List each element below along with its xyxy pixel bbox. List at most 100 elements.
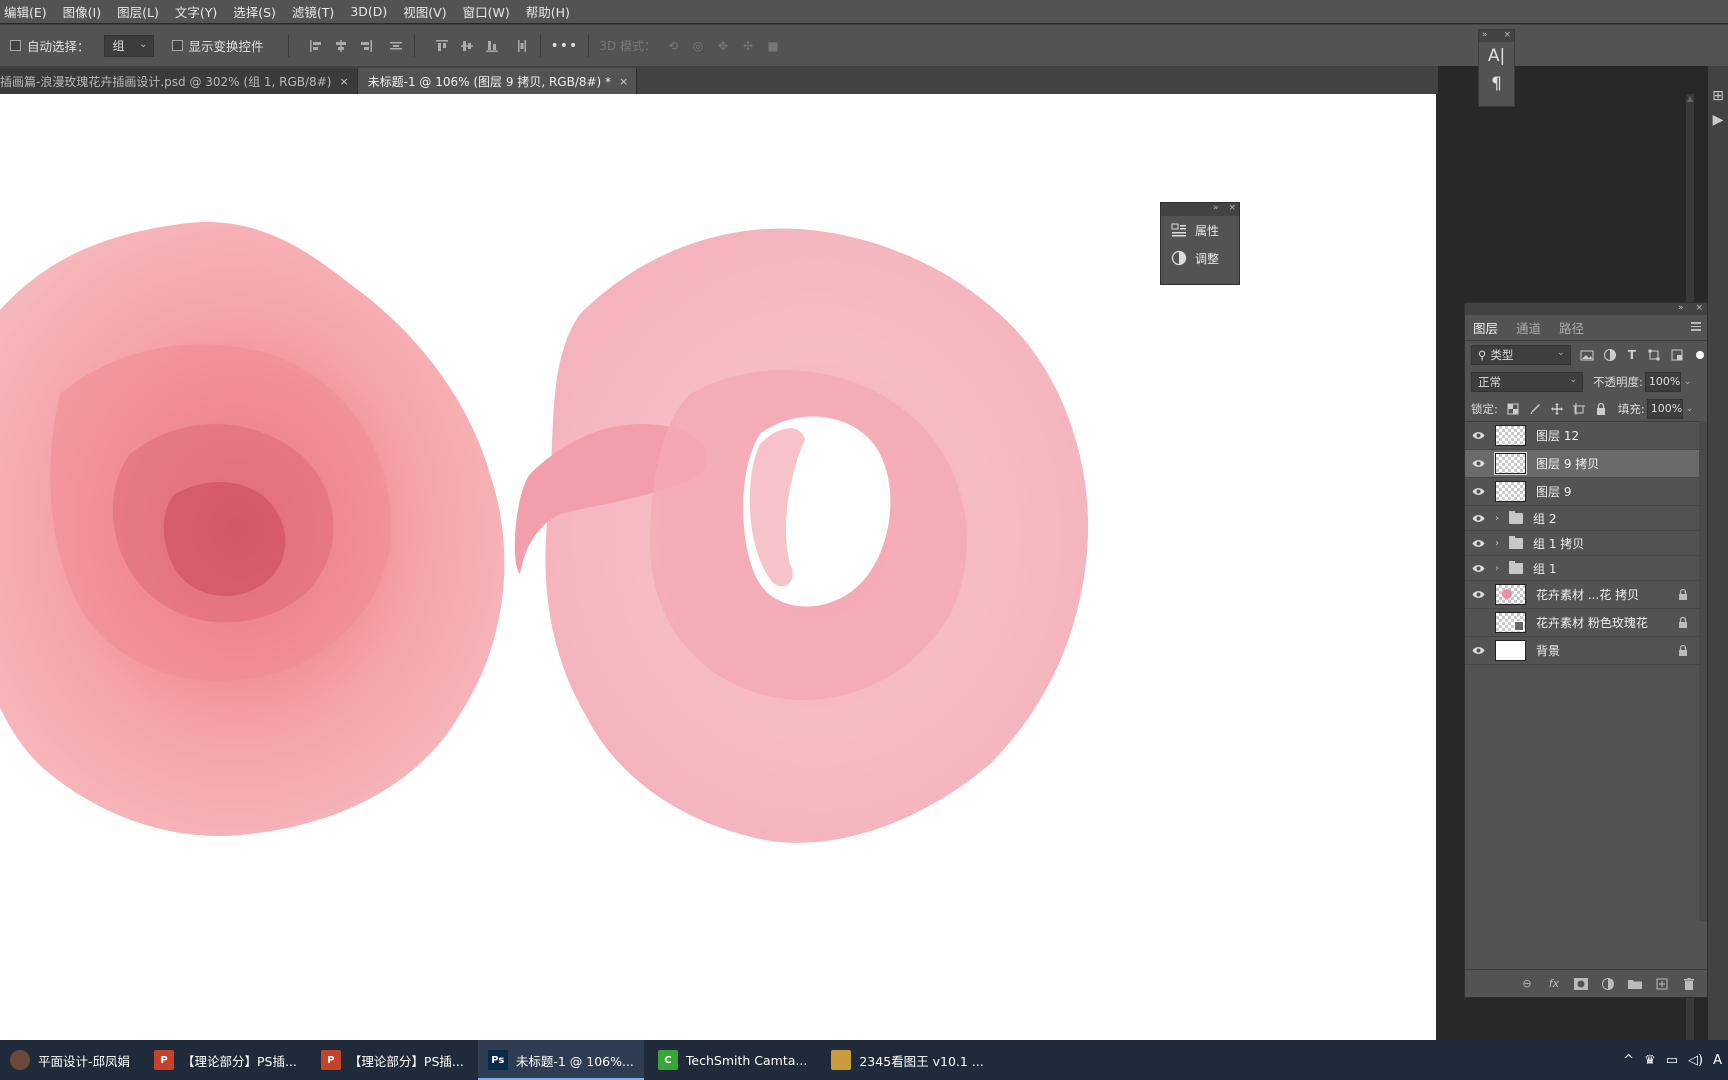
eye-hidden-icon[interactable] xyxy=(1465,618,1491,627)
3d-pan-icon[interactable]: ✥ xyxy=(715,38,731,54)
lock-transparent-icon[interactable] xyxy=(1506,402,1520,416)
blend-mode-dropdown[interactable]: 正常 ⌄ xyxy=(1471,371,1583,392)
volume-icon[interactable]: ◁) xyxy=(1688,1053,1703,1068)
new-layer-icon[interactable] xyxy=(1654,977,1670,991)
menu-item-5[interactable]: 滤镜(T) xyxy=(292,2,334,21)
close-icon[interactable]: × xyxy=(1228,203,1236,216)
layer-row[interactable]: 背景 xyxy=(1465,637,1707,665)
layer-row[interactable]: 图层 9 拷贝 xyxy=(1465,450,1707,478)
menu-item-0[interactable]: 编辑(E) xyxy=(4,2,47,21)
auto-select-checkbox[interactable] xyxy=(10,40,21,51)
tab-document-1[interactable]: 插画篇-浪漫玫瑰花卉插画设计.psd @ 302% (组 1, RGB/8#) … xyxy=(0,68,358,94)
layer-thumbnail[interactable] xyxy=(1495,584,1526,605)
layer-row[interactable]: 图层 9 xyxy=(1465,478,1707,506)
properties-button[interactable]: 属性 xyxy=(1161,216,1239,244)
more-options-button[interactable]: ••• xyxy=(551,38,579,54)
character-panel-icon[interactable]: A| xyxy=(1479,42,1514,70)
layer-row[interactable]: 花卉素材 粉色玫瑰花 xyxy=(1465,609,1707,637)
layer-row[interactable]: 图层 12 xyxy=(1465,422,1707,450)
network-icon[interactable]: ▭ xyxy=(1666,1053,1678,1068)
filter-toggle-icon[interactable] xyxy=(1693,348,1707,362)
chevron-right-icon[interactable]: › xyxy=(1495,513,1505,524)
layer-thumbnail[interactable] xyxy=(1495,640,1526,661)
taskbar-item[interactable]: 2345看图王 v10.1 ... xyxy=(821,1040,993,1080)
tab-paths[interactable]: 路径 xyxy=(1559,318,1584,337)
new-fill-adjustment-icon[interactable] xyxy=(1600,977,1616,991)
menu-item-9[interactable]: 帮助(H) xyxy=(526,2,570,21)
eye-icon[interactable] xyxy=(1465,646,1491,655)
layer-row[interactable]: 花卉素材 ...花 拷贝 xyxy=(1465,581,1707,609)
add-mask-icon[interactable] xyxy=(1573,977,1589,991)
menu-item-1[interactable]: 图像(I) xyxy=(63,2,101,21)
shape-filter-icon[interactable] xyxy=(1647,348,1661,362)
history-icon[interactable]: ⊞ xyxy=(1708,88,1728,104)
distribute-v-icon[interactable] xyxy=(514,38,530,54)
layer-row[interactable]: › 组 1 拷贝 xyxy=(1465,531,1707,556)
layer-name[interactable]: 组 1 xyxy=(1533,560,1556,577)
tab-document-2[interactable]: 未标题-1 @ 106% (图层 9 拷贝, RGB/8#) * × xyxy=(357,68,638,94)
align-bottom-icon[interactable] xyxy=(484,38,500,54)
layer-name[interactable]: 花卉素材 ...花 拷贝 xyxy=(1536,586,1639,603)
chevron-down-icon[interactable]: ⌄ xyxy=(1684,377,1692,387)
close-icon[interactable]: × xyxy=(1695,303,1703,315)
layer-row[interactable]: › 组 1 xyxy=(1465,556,1707,581)
menu-item-7[interactable]: 视图(V) xyxy=(403,2,446,21)
layer-filter-dropdown[interactable]: ⚲ 类型 ⌄ xyxy=(1471,344,1571,365)
chevron-right-icon[interactable]: › xyxy=(1495,538,1505,549)
align-right-icon[interactable] xyxy=(358,38,374,54)
eye-icon[interactable] xyxy=(1465,487,1491,496)
eye-icon[interactable] xyxy=(1465,590,1491,599)
lock-artboard-icon[interactable] xyxy=(1572,402,1586,416)
layer-style-icon[interactable]: fx xyxy=(1546,977,1562,991)
eye-icon[interactable] xyxy=(1465,564,1491,573)
collapse-icon[interactable]: » xyxy=(1482,30,1488,42)
layer-name[interactable]: 组 2 xyxy=(1533,510,1556,527)
type-filter-icon[interactable]: T xyxy=(1626,348,1638,362)
eye-icon[interactable] xyxy=(1465,514,1491,523)
fill-field[interactable]: 100% xyxy=(1646,398,1683,419)
3d-slide-icon[interactable]: ✣ xyxy=(740,38,756,54)
new-group-icon[interactable] xyxy=(1627,977,1643,991)
menu-item-2[interactable]: 图层(L) xyxy=(117,2,159,21)
layer-thumbnail[interactable] xyxy=(1495,425,1526,446)
panel-header[interactable]: » × xyxy=(1161,203,1239,216)
taskbar-item[interactable]: 平面设计-邱凤娟 xyxy=(0,1040,140,1080)
layer-row[interactable]: › 组 2 xyxy=(1465,506,1707,531)
layer-name[interactable]: 图层 9 拷贝 xyxy=(1536,455,1599,472)
link-layers-icon[interactable]: ⊖ xyxy=(1519,977,1535,991)
layers-scrollbar[interactable] xyxy=(1699,421,1707,921)
menu-item-8[interactable]: 窗口(W) xyxy=(463,2,510,21)
show-transform-checkbox[interactable] xyxy=(171,40,183,51)
panel-header[interactable]: » × xyxy=(1465,303,1707,315)
layer-name[interactable]: 图层 12 xyxy=(1536,427,1579,444)
eye-icon[interactable] xyxy=(1465,539,1491,548)
adjustments-button[interactable]: 调整 xyxy=(1161,244,1239,272)
menu-item-6[interactable]: 3D(D) xyxy=(350,4,387,19)
layer-thumbnail[interactable] xyxy=(1494,452,1527,475)
layer-name[interactable]: 背景 xyxy=(1536,642,1560,659)
tray-chevron-icon[interactable]: ^ xyxy=(1623,1053,1634,1068)
tab-channels[interactable]: 通道 xyxy=(1516,318,1541,337)
menu-item-3[interactable]: 文字(Y) xyxy=(175,2,217,21)
taskbar-item[interactable]: C TechSmith Camta... xyxy=(648,1040,817,1080)
align-top-icon[interactable] xyxy=(434,38,450,54)
collapse-icon[interactable]: » xyxy=(1213,203,1219,216)
delete-layer-icon[interactable] xyxy=(1681,977,1697,991)
layer-thumbnail[interactable] xyxy=(1495,481,1526,502)
close-icon[interactable]: × xyxy=(619,75,628,88)
align-left-icon[interactable] xyxy=(308,38,324,54)
play-icon[interactable]: ▶ xyxy=(1708,112,1728,128)
auto-select-dropdown[interactable]: 组 ⌄ xyxy=(103,34,154,57)
tray-app-icon[interactable]: ♛ xyxy=(1644,1053,1656,1068)
panel-menu-icon[interactable] xyxy=(1691,322,1701,331)
align-middle-v-icon[interactable] xyxy=(459,38,475,54)
layer-name[interactable]: 花卉素材 粉色玫瑰花 xyxy=(1536,614,1648,631)
eye-icon[interactable] xyxy=(1465,431,1491,440)
chevron-right-icon[interactable]: › xyxy=(1495,563,1505,574)
smart-object-filter-icon[interactable] xyxy=(1670,348,1684,362)
3d-roll-icon[interactable]: ◎ xyxy=(690,38,706,54)
menu-item-4[interactable]: 选择(S) xyxy=(233,2,276,21)
taskbar-item[interactable]: P 【理论部分】PS插... xyxy=(144,1040,307,1080)
layer-thumbnail[interactable] xyxy=(1495,612,1526,633)
opacity-field[interactable]: 100% xyxy=(1644,371,1681,392)
